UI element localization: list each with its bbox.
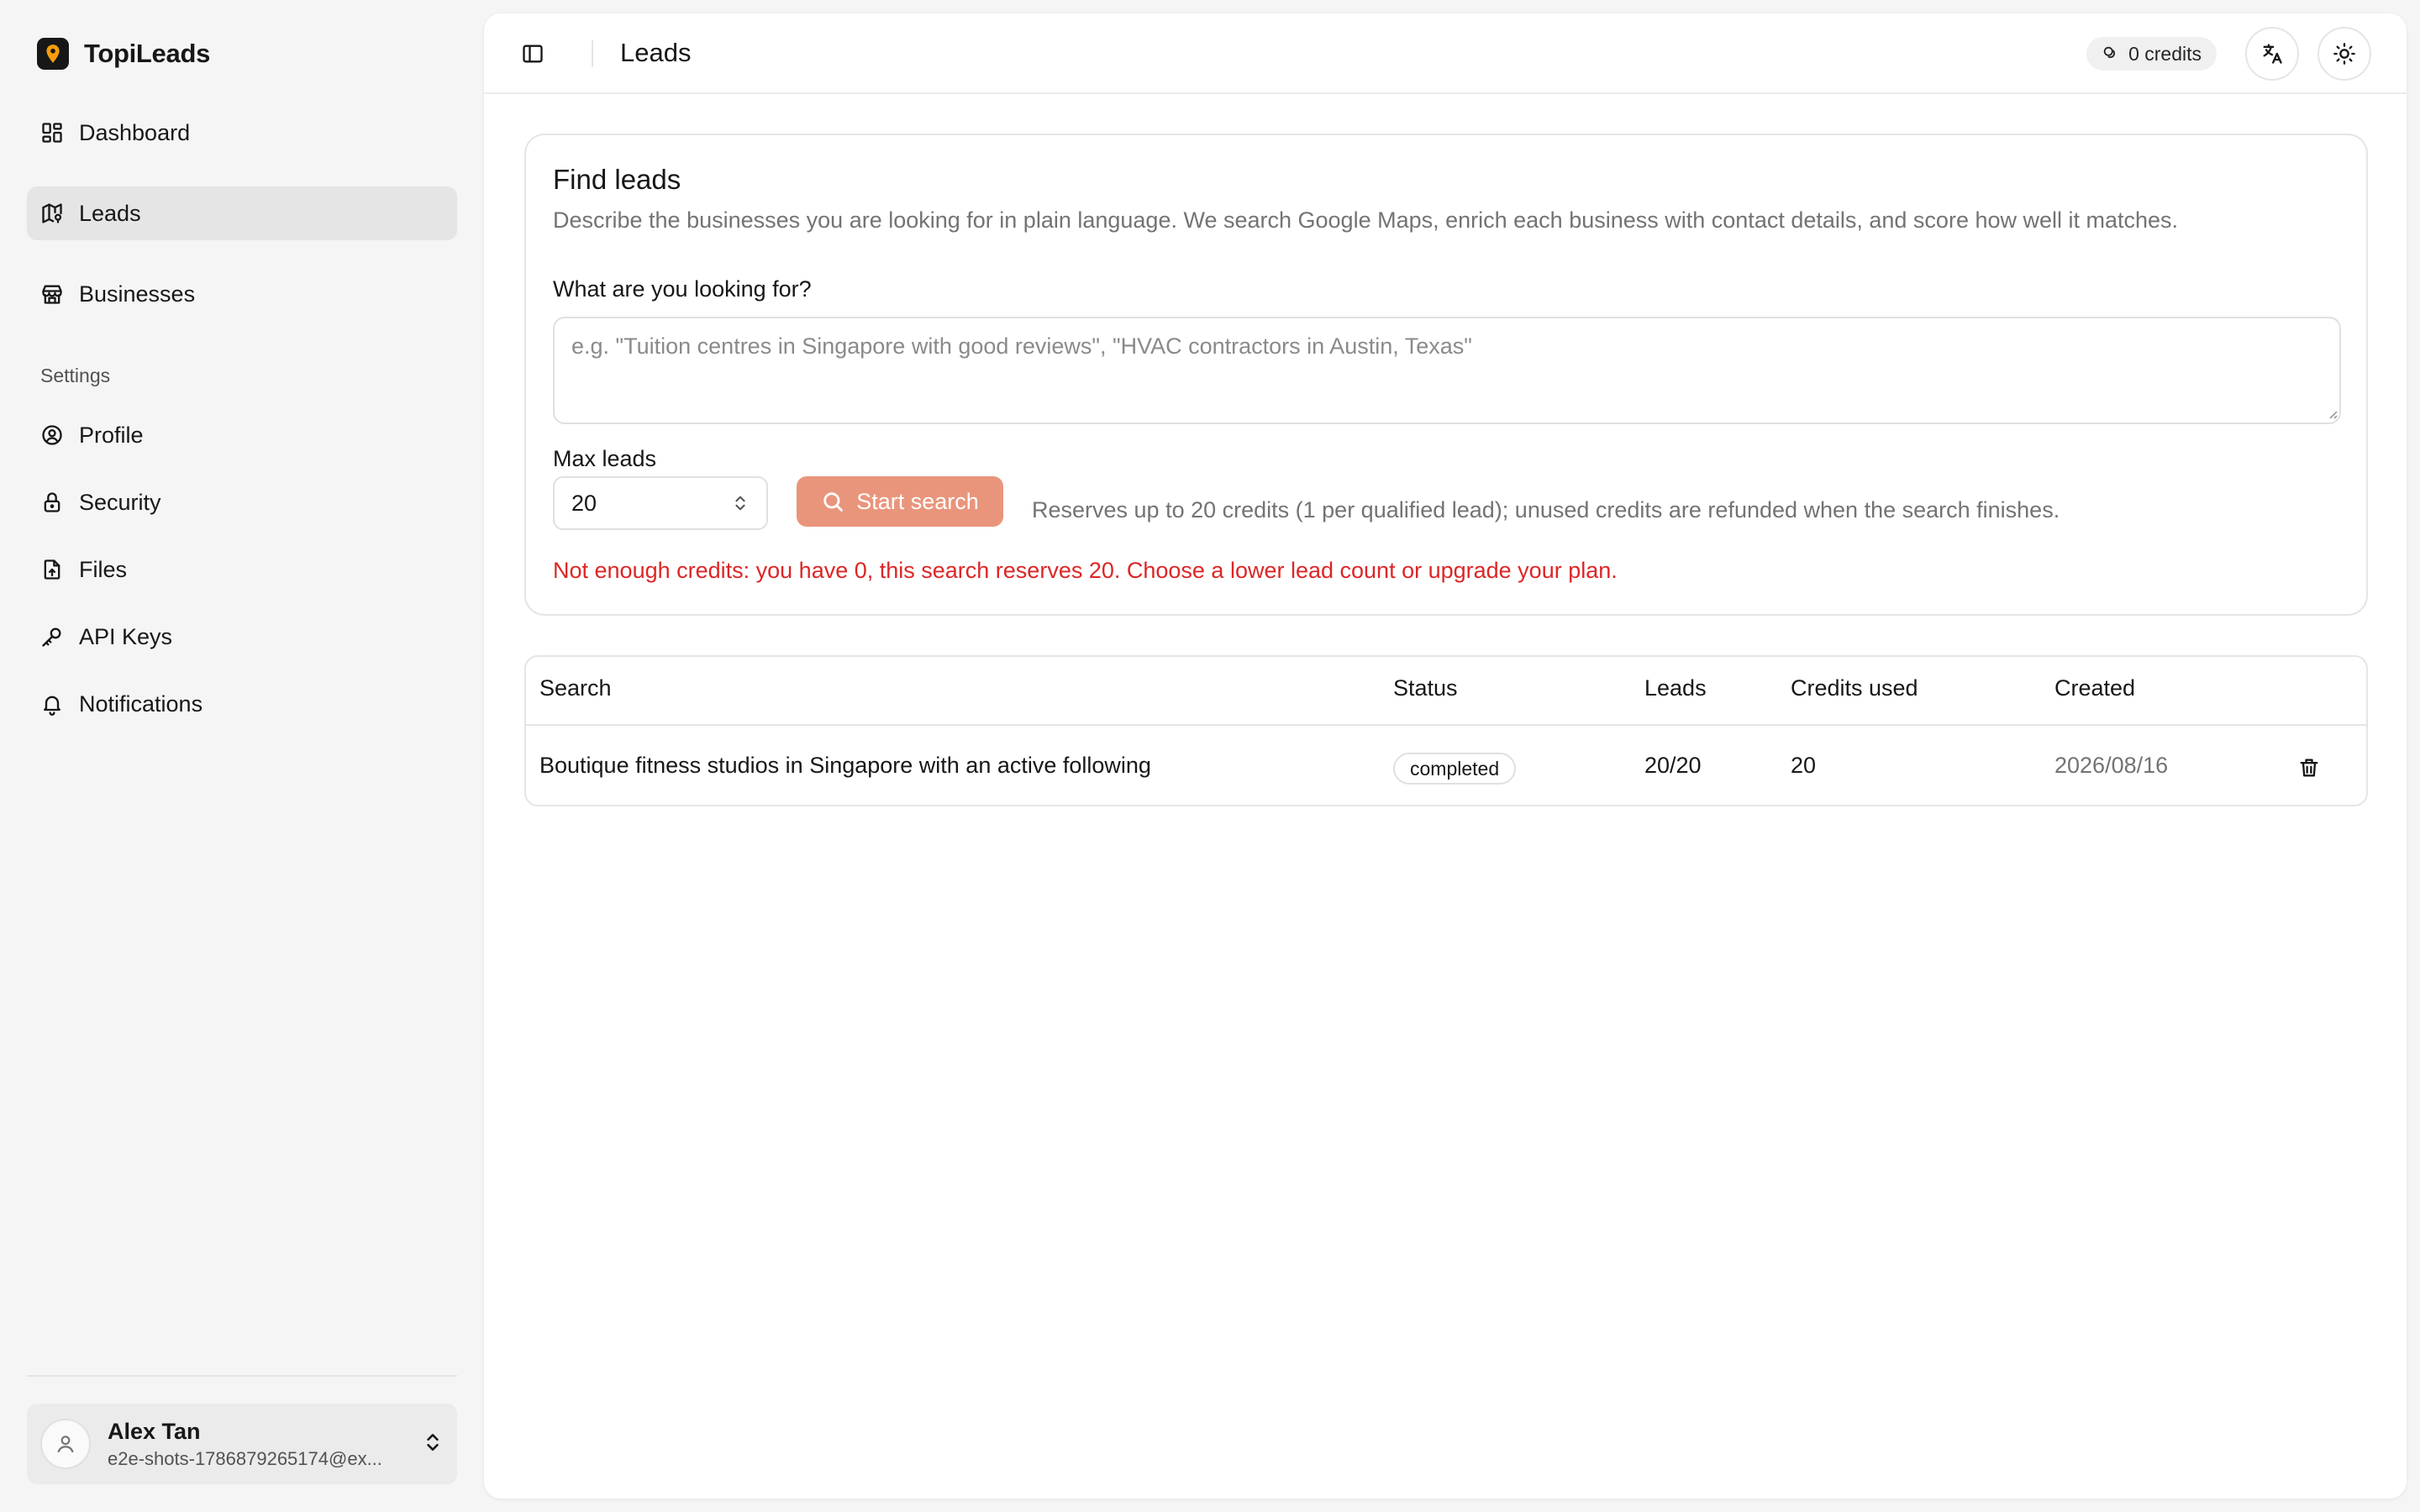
brand-name: TopiLeads <box>84 39 211 68</box>
store-icon <box>40 282 64 306</box>
column-header-search: Search <box>539 675 612 701</box>
reserve-note: Reserves up to 20 credits (1 per qualifi… <box>1032 497 2060 522</box>
sidebar-item-label: Dashboard <box>79 119 191 145</box>
settings-section-label: Settings <box>40 365 111 386</box>
row-created: 2026/08/16 <box>2054 753 2169 778</box>
avatar <box>40 1419 91 1469</box>
sidebar-item-label: Security <box>79 489 161 515</box>
max-leads-label: Max leads <box>553 446 657 471</box>
row-search: Boutique fitness studios in Singapore wi… <box>539 753 1151 778</box>
theme-toggle-button[interactable] <box>2317 27 2371 81</box>
start-search-label: Start search <box>856 488 979 514</box>
main-panel: Leads 0 credits Find leads Describe the … <box>484 13 2407 1499</box>
page-title: Leads <box>620 38 692 67</box>
delete-search-button[interactable] <box>2296 754 2323 781</box>
search-icon <box>823 492 844 512</box>
sidebar-item-label: Businesses <box>79 281 196 307</box>
sidebar-item-label: Leads <box>79 200 141 226</box>
column-header-status: Status <box>1393 675 1458 701</box>
table-row[interactable]: Boutique fitness studios in Singapore wi… <box>526 727 2366 805</box>
chevrons-up-down-icon <box>422 1431 444 1457</box>
bell-icon <box>40 692 64 716</box>
topbar-separator <box>592 40 593 67</box>
start-search-button[interactable]: Start search <box>797 476 1003 527</box>
chevrons-up-down-icon <box>735 496 745 511</box>
sidebar-item-notifications[interactable]: Notifications <box>27 677 457 731</box>
max-leads-input[interactable]: 20 <box>553 476 768 530</box>
user-circle-icon <box>40 423 64 447</box>
status-badge: completed <box>1393 753 1517 785</box>
credits-badge[interactable]: 0 credits <box>2086 37 2217 71</box>
sidebar-toggle-button[interactable] <box>518 39 548 69</box>
credits-error-message: Not enough credits: you have 0, this sea… <box>553 558 1618 583</box>
row-leads: 20/20 <box>1644 753 1702 778</box>
sidebar-item-label: Profile <box>79 422 144 448</box>
trash-icon <box>2300 759 2318 777</box>
language-button[interactable] <box>2245 27 2299 81</box>
sidebar: TopiLeads Dashboard Leads Businesses Set… <box>0 0 484 1512</box>
resize-grip-icon[interactable] <box>2326 407 2338 419</box>
query-input[interactable] <box>553 317 2341 424</box>
topbar: Leads 0 credits <box>484 13 2407 94</box>
sidebar-item-dashboard[interactable]: Dashboard <box>27 106 457 160</box>
user-email: e2e-shots-1786879265174@ex... <box>108 1447 382 1469</box>
sidebar-item-profile[interactable]: Profile <box>27 408 457 462</box>
translate-icon <box>2263 44 2282 64</box>
sidebar-divider <box>27 1375 457 1377</box>
user-icon <box>57 1436 74 1453</box>
find-leads-card: Find leads Describe the businesses you a… <box>524 134 2368 616</box>
sidebar-item-files[interactable]: Files <box>27 543 457 596</box>
sidebar-item-businesses[interactable]: Businesses <box>27 267 457 321</box>
map-icon <box>40 202 64 225</box>
file-upload-icon <box>40 558 64 581</box>
sidebar-item-security[interactable]: Security <box>27 475 457 529</box>
panel-left-icon <box>523 45 543 63</box>
column-header-created: Created <box>2054 675 2136 701</box>
brand-logo-icon <box>37 38 69 70</box>
find-leads-title: Find leads <box>553 164 681 195</box>
column-header-leads: Leads <box>1644 675 1707 701</box>
user-info: Alex Tan e2e-shots-1786879265174@ex... <box>108 1419 405 1470</box>
sidebar-item-label: Notifications <box>79 690 203 717</box>
sidebar-item-label: Files <box>79 556 128 582</box>
user-name: Alex Tan <box>108 1418 201 1444</box>
table-header: Search Status Leads Credits used Created <box>526 657 2366 726</box>
status-label: completed <box>1410 757 1500 780</box>
row-credits: 20 <box>1791 753 1817 778</box>
sidebar-item-api-keys[interactable]: API Keys <box>27 610 457 664</box>
column-header-credits-used: Credits used <box>1791 675 1918 701</box>
key-icon <box>40 625 64 648</box>
lock-icon <box>40 491 64 514</box>
dashboard-icon <box>40 121 64 144</box>
max-leads-value: 20 <box>571 490 597 516</box>
find-leads-description: Describe the businesses you are looking … <box>553 207 2179 233</box>
searches-table: Search Status Leads Credits used Created… <box>524 655 2368 806</box>
user-menu-button[interactable]: Alex Tan e2e-shots-1786879265174@ex... <box>27 1404 457 1484</box>
coins-icon <box>2103 46 2116 59</box>
credits-label: 0 credits <box>2128 42 2202 65</box>
brand[interactable]: TopiLeads <box>37 37 210 71</box>
sidebar-item-label: API Keys <box>79 623 173 649</box>
sun-icon <box>2333 43 2355 65</box>
query-label: What are you looking for? <box>553 276 812 302</box>
sidebar-item-leads[interactable]: Leads <box>27 186 457 240</box>
